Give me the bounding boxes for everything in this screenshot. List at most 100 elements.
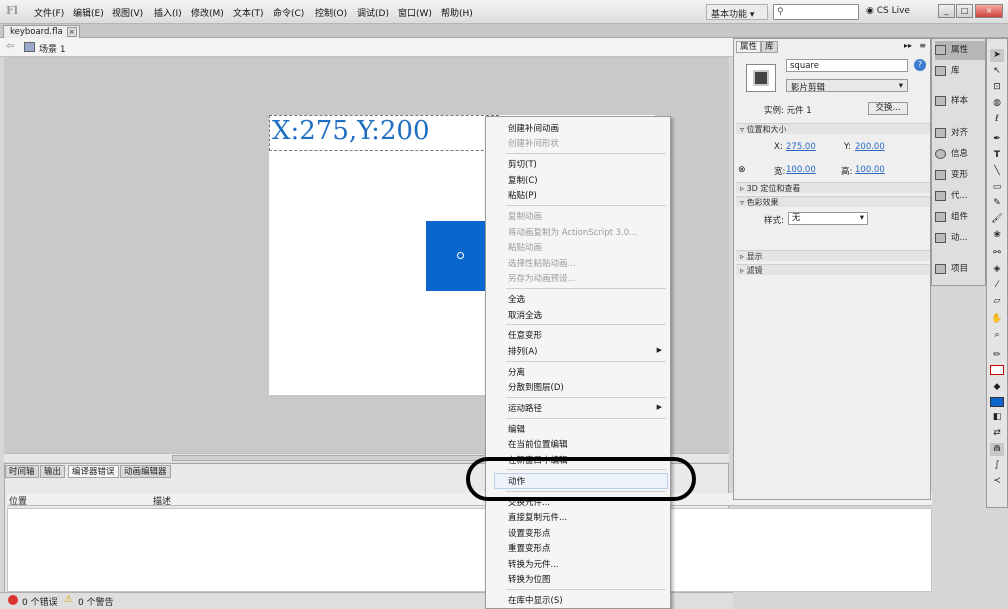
help-icon[interactable]: ? <box>914 59 926 71</box>
zoom-tool-icon[interactable]: ⌕ <box>990 329 1004 342</box>
tab-motion-editor[interactable]: 动画编辑器 <box>120 465 171 478</box>
section-3d[interactable]: ▹ 3D 定位和查看 <box>736 182 930 193</box>
eraser-tool-icon[interactable]: ▱ <box>990 295 1004 308</box>
free-transform-tool-icon[interactable]: ⊡ <box>990 81 1004 94</box>
cm-create-motion-tween[interactable]: 创建补间动画 <box>508 122 559 134</box>
panel-menu-icon[interactable]: ≡ <box>919 41 926 50</box>
lasso-tool-icon[interactable]: ℓ <box>990 113 1004 126</box>
panel-transform[interactable]: 变形 <box>935 166 985 185</box>
menu-modify[interactable]: 修改(M) <box>191 6 224 19</box>
cm-edit-in-place[interactable]: 在当前位置编辑 <box>508 438 568 450</box>
document-tab[interactable]: keyboard.fla × <box>3 25 80 38</box>
menu-text[interactable]: 文本(T) <box>233 6 264 19</box>
cm-convert-to-symbol[interactable]: 转换为元件... <box>508 558 559 570</box>
menu-edit[interactable]: 编辑(E) <box>73 6 104 19</box>
cm-copy[interactable]: 复制(C) <box>508 174 538 186</box>
coord-text-field[interactable]: X:275,Y:200 <box>269 115 499 151</box>
pencil-tool-icon[interactable]: ✎ <box>990 197 1004 210</box>
instance-name-input[interactable]: square <box>786 59 908 72</box>
menu-control[interactable]: 控制(O) <box>315 6 347 19</box>
straighten-icon[interactable]: ≺ <box>990 475 1004 488</box>
minimize-button[interactable]: _ <box>938 4 955 18</box>
snap-magnet-icon[interactable]: ⋒ <box>990 443 1004 456</box>
cm-deselect-all[interactable]: 取消全选 <box>508 309 542 321</box>
restore-button[interactable]: □ <box>956 4 973 18</box>
cm-cut[interactable]: 剪切(T) <box>508 158 537 170</box>
black-white-icon[interactable]: ◧ <box>990 411 1004 424</box>
close-button[interactable]: × <box>975 4 1003 18</box>
panel-info[interactable]: 信息 <box>935 145 985 164</box>
tab-library[interactable]: 库 <box>761 41 778 53</box>
menu-file[interactable]: 文件(F) <box>34 6 64 19</box>
swap-button[interactable]: 交换... <box>868 102 908 115</box>
menu-help[interactable]: 帮助(H) <box>441 6 473 19</box>
workspace-dropdown[interactable]: 基本功能 ▾ <box>706 4 768 20</box>
back-arrow-icon[interactable]: ⇦ <box>6 41 14 52</box>
deco-tool-icon[interactable]: ❀ <box>990 229 1004 242</box>
subselection-tool-icon[interactable]: ↖ <box>990 65 1004 78</box>
height-value[interactable]: 100.00 <box>855 165 885 175</box>
brush-tool-icon[interactable]: 🖌 <box>990 213 1004 226</box>
cm-set-transform-point[interactable]: 设置变形点 <box>508 527 551 539</box>
cm-reset-transform-point[interactable]: 重置变形点 <box>508 542 551 554</box>
section-display[interactable]: ▹ 显示 <box>736 250 930 261</box>
fill-color-swatch[interactable] <box>990 397 1004 407</box>
smooth-icon[interactable]: ∫ <box>990 459 1004 472</box>
bone-tool-icon[interactable]: ⚯ <box>990 247 1004 260</box>
tab-timeline[interactable]: 时间轴 <box>5 465 39 478</box>
cm-select-all[interactable]: 全选 <box>508 293 525 305</box>
link-constrain-icon[interactable]: ⊗ <box>738 165 746 175</box>
panel-components[interactable]: 组件 <box>935 208 985 227</box>
menu-insert[interactable]: 插入(I) <box>154 6 182 19</box>
close-tab-icon[interactable]: × <box>66 27 77 37</box>
y-value[interactable]: 200.00 <box>855 142 885 152</box>
pen-tool-icon[interactable]: ✒ <box>990 133 1004 146</box>
cs-live-button[interactable]: ◉ CS Live <box>866 6 910 16</box>
panel-properties[interactable]: 属性 <box>935 41 985 60</box>
cm-show-in-library[interactable]: 在库中显示(S) <box>508 594 563 606</box>
cm-edit[interactable]: 编辑 <box>508 423 525 435</box>
paint-bucket-tool-icon[interactable]: ◈ <box>990 263 1004 276</box>
stroke-color-swatch[interactable] <box>990 365 1004 375</box>
cm-convert-to-bitmap[interactable]: 转换为位图 <box>508 573 551 585</box>
help-search-input[interactable]: ⚲ <box>773 4 859 20</box>
cm-distribute-to-layers[interactable]: 分散到图层(D) <box>508 381 564 393</box>
panel-motion-presets[interactable]: 动... <box>935 229 985 248</box>
section-filters[interactable]: ▹ 滤镜 <box>736 264 930 275</box>
tab-properties[interactable]: 属性 <box>736 41 762 53</box>
menu-command[interactable]: 命令(C) <box>273 6 304 19</box>
rectangle-tool-icon[interactable]: ▭ <box>990 181 1004 194</box>
section-position-size[interactable]: ▿ 位置和大小 <box>736 123 930 134</box>
eyedropper-tool-icon[interactable]: ⁄ <box>990 279 1004 292</box>
cm-free-transform[interactable]: 任意变形 <box>508 329 542 341</box>
section-color-effect[interactable]: ▿ 色彩效果 <box>736 196 930 207</box>
panel-library[interactable]: 库 <box>935 62 985 81</box>
panel-project[interactable]: 项目 <box>935 260 985 279</box>
text-tool-icon[interactable]: T <box>990 149 1004 162</box>
panel-align[interactable]: 对齐 <box>935 124 985 143</box>
instance-type-select[interactable]: 影片剪辑 ▾ <box>786 79 908 93</box>
selection-tool-icon[interactable]: ➤ <box>990 49 1004 62</box>
tab-compiler-errors[interactable]: 编译器错误 <box>68 465 119 478</box>
swap-colors-icon[interactable]: ⇄ <box>990 427 1004 440</box>
panel-collapse-icon[interactable]: ▸▸ <box>904 41 912 50</box>
tab-output[interactable]: 输出 <box>40 465 66 478</box>
menu-window[interactable]: 窗口(W) <box>398 6 432 19</box>
3d-rotation-tool-icon[interactable]: ◍ <box>990 97 1004 110</box>
column-description[interactable]: 描述 <box>153 494 171 507</box>
panel-swatches[interactable]: 样本 <box>935 92 985 111</box>
cm-duplicate-symbol[interactable]: 直接复制元件... <box>508 511 567 523</box>
cm-break-apart[interactable]: 分离 <box>508 366 525 378</box>
x-value[interactable]: 275.00 <box>786 142 816 152</box>
width-value[interactable]: 100.00 <box>786 165 816 175</box>
hand-tool-icon[interactable]: ✋ <box>990 313 1004 326</box>
menu-debug[interactable]: 调试(D) <box>357 6 389 19</box>
style-select[interactable]: 无 ▾ <box>788 212 868 225</box>
column-location[interactable]: 位置 <box>9 494 27 507</box>
cm-paste[interactable]: 粘贴(P) <box>508 189 537 201</box>
panel-code[interactable]: 代... <box>935 187 985 206</box>
cm-motion-path[interactable]: 运动路径 <box>508 402 542 414</box>
cm-arrange[interactable]: 排列(A) <box>508 345 537 357</box>
line-tool-icon[interactable]: ╲ <box>990 165 1004 178</box>
menu-view[interactable]: 视图(V) <box>112 6 143 19</box>
